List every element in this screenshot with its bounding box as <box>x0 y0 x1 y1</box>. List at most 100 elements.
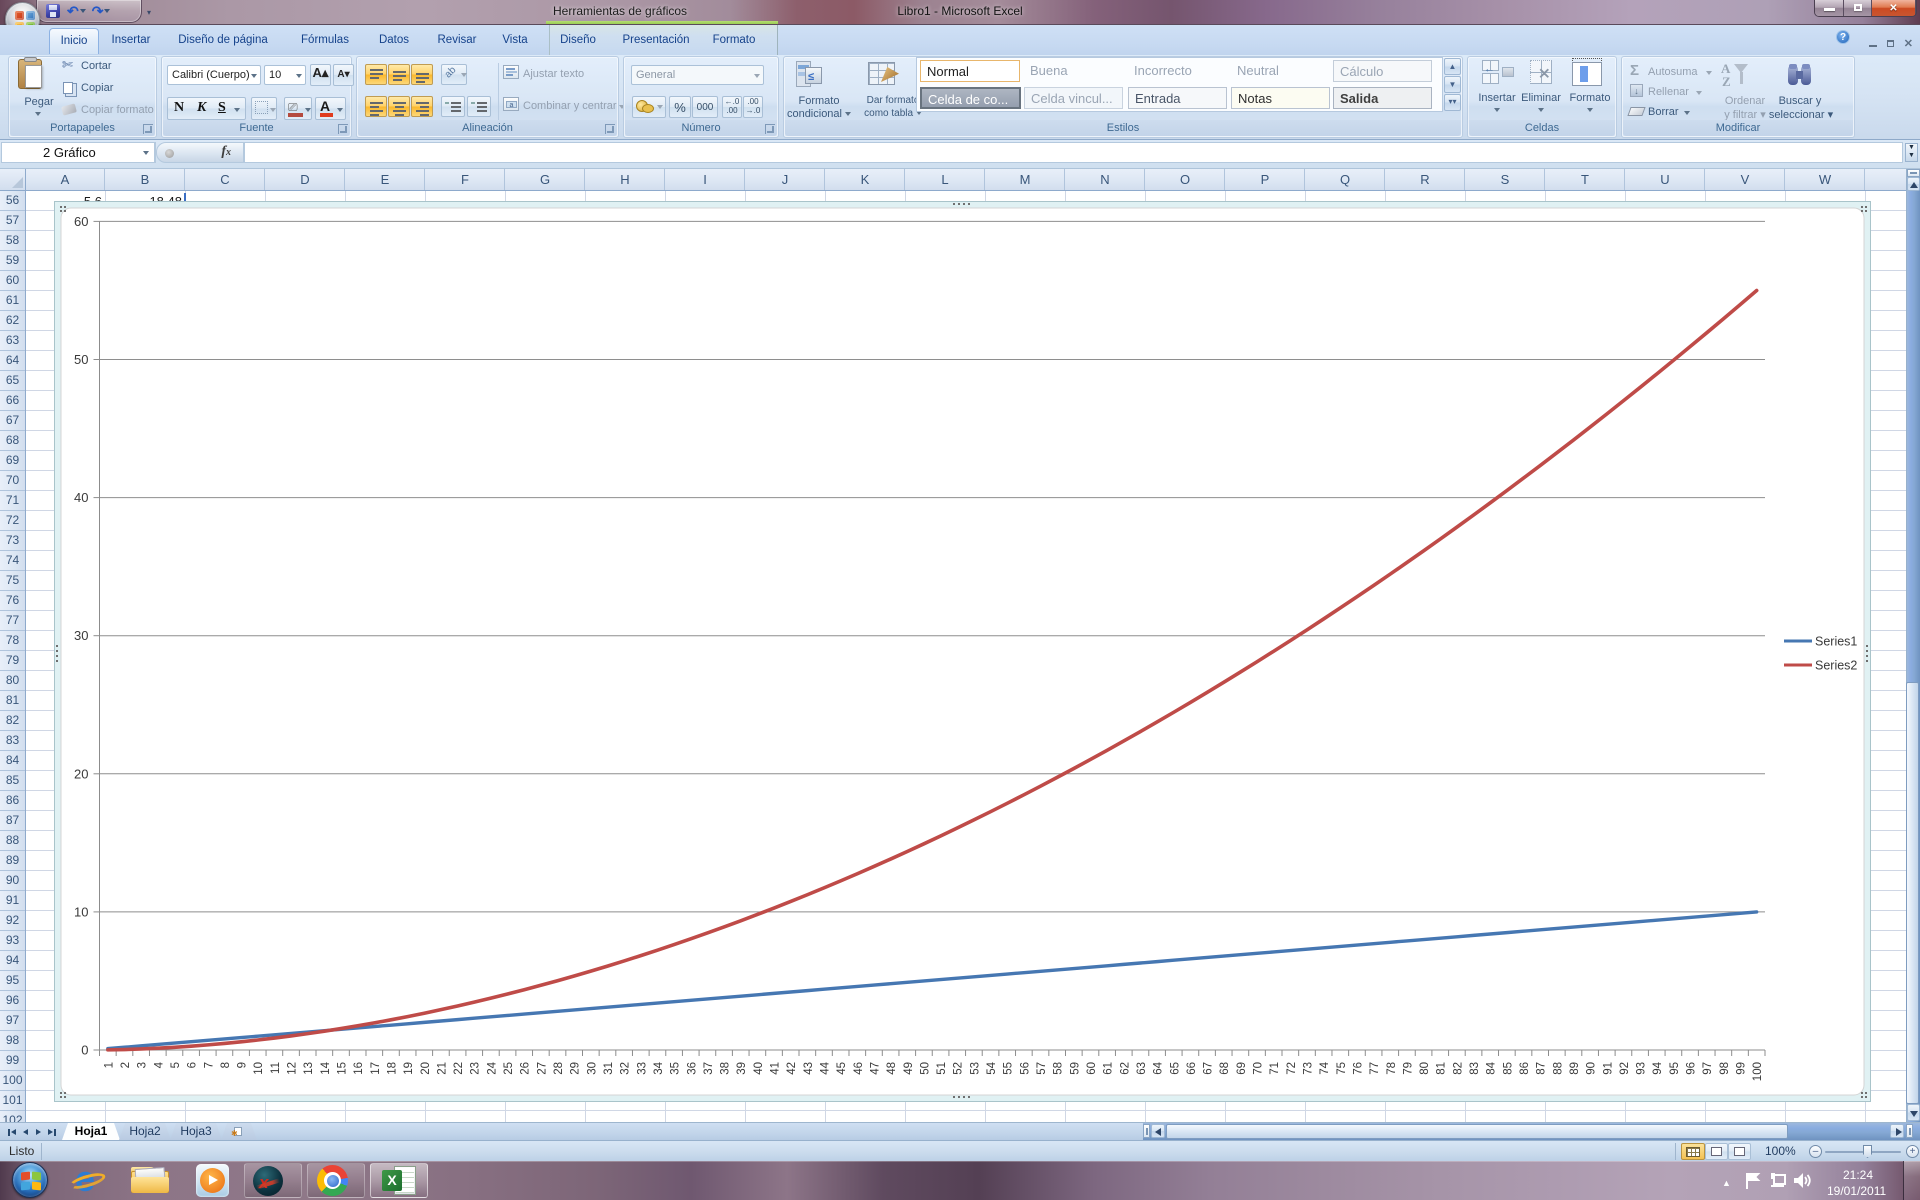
svg-text:88: 88 <box>1552 1062 1564 1075</box>
svg-text:1: 1 <box>103 1062 115 1068</box>
svg-text:69: 69 <box>1236 1062 1248 1075</box>
svg-text:74: 74 <box>1319 1061 1331 1074</box>
svg-text:23: 23 <box>470 1062 482 1075</box>
svg-text:57: 57 <box>1036 1062 1048 1075</box>
svg-text:78: 78 <box>1386 1062 1398 1075</box>
svg-text:45: 45 <box>836 1062 848 1075</box>
svg-text:60: 60 <box>74 214 88 229</box>
svg-text:12: 12 <box>287 1062 299 1075</box>
svg-text:75: 75 <box>1336 1062 1348 1075</box>
svg-text:15: 15 <box>337 1062 349 1075</box>
svg-text:17: 17 <box>370 1062 382 1075</box>
svg-text:85: 85 <box>1502 1062 1514 1075</box>
svg-text:44: 44 <box>819 1061 831 1074</box>
svg-text:94: 94 <box>1652 1061 1664 1074</box>
svg-text:9: 9 <box>237 1062 249 1068</box>
svg-text:18: 18 <box>386 1062 398 1075</box>
svg-text:Series1: Series1 <box>1815 635 1857 649</box>
svg-text:90: 90 <box>1586 1062 1598 1075</box>
svg-text:87: 87 <box>1536 1062 1548 1075</box>
svg-text:10: 10 <box>74 904 88 919</box>
svg-text:29: 29 <box>570 1062 582 1075</box>
svg-text:86: 86 <box>1519 1062 1531 1075</box>
svg-text:25: 25 <box>503 1062 515 1075</box>
svg-text:30: 30 <box>586 1062 598 1075</box>
svg-text:64: 64 <box>1153 1061 1165 1074</box>
svg-text:39: 39 <box>736 1062 748 1075</box>
svg-text:19: 19 <box>403 1062 415 1075</box>
svg-text:20: 20 <box>420 1062 432 1075</box>
svg-text:97: 97 <box>1702 1062 1714 1075</box>
svg-text:63: 63 <box>1136 1062 1148 1075</box>
svg-text:65: 65 <box>1169 1062 1181 1075</box>
svg-text:40: 40 <box>74 490 88 505</box>
svg-text:77: 77 <box>1369 1062 1381 1075</box>
svg-text:91: 91 <box>1602 1062 1614 1075</box>
svg-text:40: 40 <box>753 1062 765 1075</box>
svg-text:50: 50 <box>74 352 88 367</box>
svg-text:0: 0 <box>81 1043 88 1058</box>
svg-text:92: 92 <box>1619 1062 1631 1075</box>
svg-text:84: 84 <box>1486 1061 1498 1074</box>
svg-text:34: 34 <box>653 1061 665 1074</box>
svg-text:70: 70 <box>1253 1062 1265 1075</box>
svg-text:3: 3 <box>137 1062 149 1068</box>
svg-text:20: 20 <box>74 766 88 781</box>
svg-text:26: 26 <box>520 1062 532 1075</box>
svg-text:99: 99 <box>1736 1062 1748 1075</box>
svg-text:46: 46 <box>853 1062 865 1075</box>
svg-text:60: 60 <box>1086 1062 1098 1075</box>
svg-text:89: 89 <box>1569 1062 1581 1075</box>
svg-text:79: 79 <box>1402 1062 1414 1075</box>
svg-text:80: 80 <box>1419 1062 1431 1075</box>
svg-text:27: 27 <box>536 1062 548 1075</box>
svg-text:58: 58 <box>1053 1062 1065 1075</box>
svg-text:52: 52 <box>953 1062 965 1075</box>
svg-text:28: 28 <box>553 1062 565 1075</box>
svg-text:59: 59 <box>1069 1062 1081 1075</box>
svg-text:71: 71 <box>1269 1062 1281 1075</box>
svg-text:8: 8 <box>220 1062 232 1068</box>
svg-text:48: 48 <box>886 1062 898 1075</box>
svg-text:93: 93 <box>1636 1062 1648 1075</box>
svg-text:31: 31 <box>603 1062 615 1075</box>
svg-text:62: 62 <box>1119 1062 1131 1075</box>
svg-text:33: 33 <box>636 1062 648 1075</box>
svg-text:95: 95 <box>1669 1062 1681 1075</box>
svg-text:66: 66 <box>1186 1062 1198 1075</box>
svg-text:61: 61 <box>1103 1062 1115 1075</box>
svg-text:55: 55 <box>1003 1062 1015 1075</box>
svg-text:24: 24 <box>486 1061 498 1074</box>
svg-text:4: 4 <box>153 1061 165 1068</box>
svg-text:56: 56 <box>1019 1062 1031 1075</box>
svg-text:32: 32 <box>620 1062 632 1075</box>
svg-text:83: 83 <box>1469 1062 1481 1075</box>
svg-text:6: 6 <box>187 1062 199 1068</box>
svg-text:54: 54 <box>986 1061 998 1074</box>
svg-text:Series2: Series2 <box>1815 659 1857 673</box>
svg-text:98: 98 <box>1719 1062 1731 1075</box>
svg-text:42: 42 <box>786 1062 798 1075</box>
svg-text:16: 16 <box>353 1062 365 1075</box>
svg-text:2: 2 <box>120 1062 132 1068</box>
svg-text:38: 38 <box>720 1062 732 1075</box>
svg-text:50: 50 <box>919 1062 931 1075</box>
svg-text:36: 36 <box>686 1062 698 1075</box>
svg-text:68: 68 <box>1219 1062 1231 1075</box>
svg-text:30: 30 <box>74 628 88 643</box>
svg-text:53: 53 <box>969 1062 981 1075</box>
svg-text:67: 67 <box>1203 1062 1215 1075</box>
svg-text:5: 5 <box>170 1062 182 1068</box>
svg-text:47: 47 <box>869 1062 881 1075</box>
svg-text:21: 21 <box>436 1062 448 1075</box>
svg-text:37: 37 <box>703 1062 715 1075</box>
svg-text:81: 81 <box>1436 1062 1448 1075</box>
svg-text:7: 7 <box>203 1062 215 1068</box>
svg-text:11: 11 <box>270 1062 282 1074</box>
svg-text:73: 73 <box>1302 1062 1314 1075</box>
svg-text:35: 35 <box>670 1062 682 1075</box>
svg-text:72: 72 <box>1286 1062 1298 1075</box>
svg-text:49: 49 <box>903 1062 915 1075</box>
svg-text:14: 14 <box>320 1061 332 1074</box>
svg-text:100: 100 <box>1752 1062 1764 1081</box>
